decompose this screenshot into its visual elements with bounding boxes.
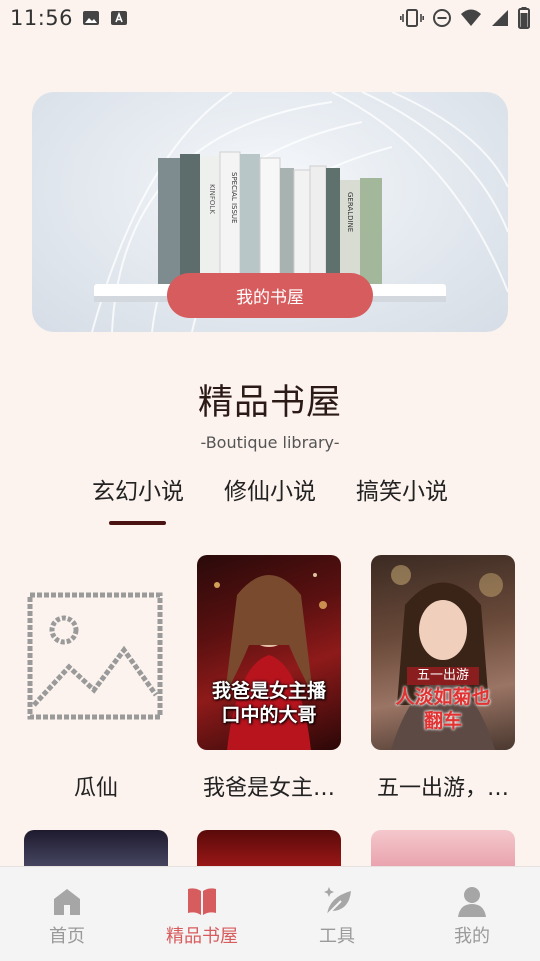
cover-title-line-1: 我爸是女主播 (211, 680, 326, 702)
nav-boutique-library-label: 精品书屋 (166, 926, 238, 947)
book-title-2[interactable]: 我爸是女主… (184, 770, 354, 802)
do-not-disturb-icon (433, 9, 451, 27)
nav-profile[interactable]: 我的 (422, 867, 522, 961)
book-cover-3[interactable]: 五一出游 人淡如菊也 翻车 (371, 555, 515, 750)
user-icon (458, 887, 486, 917)
status-time: 11:56 (10, 6, 74, 30)
nav-tools-label: 工具 (319, 926, 355, 947)
home-icon (54, 889, 80, 915)
svg-text:SPECIAL ISSUE: SPECIAL ISSUE (230, 172, 238, 223)
cover-title-text: 人淡如菊也 翻车 (371, 685, 515, 733)
book-cover-4[interactable] (24, 830, 168, 870)
wifi-icon (461, 9, 481, 26)
book-cover-6[interactable] (371, 830, 515, 870)
nav-boutique-library[interactable]: 精品书屋 (152, 867, 252, 961)
book-open-icon (188, 888, 216, 915)
feather-tool-icon (324, 887, 351, 916)
cover-title-line-1: 人淡如菊也 (395, 686, 491, 708)
book-cover-placeholder[interactable] (24, 555, 168, 750)
tab-xuanhuan[interactable]: 玄幻小说 (78, 472, 198, 506)
svg-text:GERALDINE: GERALDINE (346, 192, 354, 232)
my-bookshelf-button[interactable]: 我的书屋 (167, 273, 373, 318)
book-title-1[interactable]: 瓜仙 (11, 770, 181, 802)
cover-title-line-2: 口中的大哥 (221, 704, 317, 726)
vibrate-icon (400, 9, 424, 27)
cover-title-text: 我爸是女主播 口中的大哥 (197, 679, 341, 727)
battery-icon (518, 7, 530, 29)
page-subtitle: -Boutique library- (200, 433, 340, 452)
nav-home[interactable]: 首页 (17, 867, 117, 961)
cover-title-line-2: 翻车 (423, 710, 462, 732)
book-cover-2[interactable]: 我爸是女主播 口中的大哥 (197, 555, 341, 750)
book-cover-5[interactable] (197, 830, 341, 870)
active-tab-indicator (109, 521, 166, 525)
image-notification-icon (83, 11, 99, 25)
cover-tag: 五一出游 (407, 667, 479, 685)
cell-signal-icon (492, 10, 508, 26)
status-system-icons (400, 7, 530, 29)
nav-profile-label: 我的 (454, 926, 490, 947)
nav-tools[interactable]: 工具 (287, 867, 387, 961)
tab-xiuxian[interactable]: 修仙小说 (210, 472, 330, 506)
nav-home-label: 首页 (49, 926, 85, 947)
status-bar: 11:56 (0, 0, 540, 36)
svg-text:KINFOLK: KINFOLK (208, 184, 216, 214)
category-tabs: 玄幻小说 修仙小说 搞笑小说 (0, 472, 540, 532)
page-title: 精品书屋 (197, 383, 342, 423)
status-notification-icons (82, 9, 128, 27)
image-placeholder-icon (27, 592, 163, 720)
text-notification-icon (111, 11, 127, 25)
tab-gaoxiao[interactable]: 搞笑小说 (342, 472, 462, 506)
book-title-3[interactable]: 五一出游，… (358, 770, 528, 802)
bottom-navigation: 首页 精品书屋 工具 我的 (0, 866, 540, 961)
